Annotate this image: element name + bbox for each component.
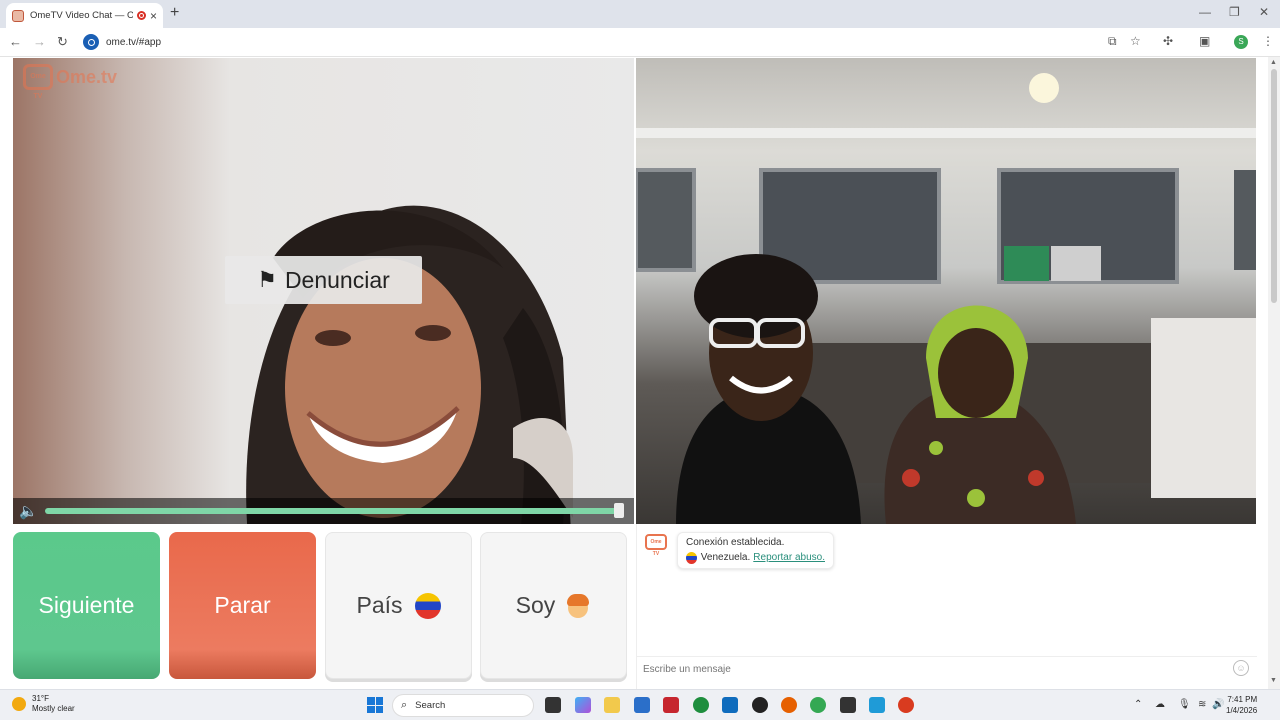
windows-taskbar: 31°F Mostly clear ⌕ Search ⌃ ☁ 🎙 ≋ 🔊 7:4… [0,689,1280,720]
scroll-down-icon[interactable]: ▼ [1270,677,1277,684]
address-bar[interactable]: ome.tv/#app [80,31,1150,53]
file-explorer-icon[interactable] [604,697,620,713]
minimize-button[interactable]: — [1199,5,1211,19]
scrollbar-thumb[interactable] [1271,69,1277,303]
clock-date: 1/4/2026 [1226,706,1258,715]
venezuela-flag-icon [414,592,441,619]
emoji-icon[interactable]: ☺ [1233,660,1249,676]
tray-volume-icon[interactable]: 🔊 [1212,699,1224,710]
system-message: Conexión establecida. Venezuela. Reporta… [677,532,834,569]
browser-tab-ometv[interactable]: OmeTV Video Chat — Ome × [6,3,163,28]
task-view-icon[interactable] [545,697,561,713]
ometv-logo-icon: Ome TV [23,64,53,100]
weather-description: Mostly clear [32,704,75,713]
weather-widget[interactable]: 31°F Mostly clear [12,694,75,714]
stranger-person-image [246,205,573,524]
back-arrow-icon[interactable]: ← [9,34,22,49]
ometv-logo: Ome TV Ome.tv [23,64,118,100]
url-text: ome.tv/#app [106,36,162,48]
menu-kebab-icon[interactable]: ⋮ [1262,34,1274,48]
self-video [636,58,1256,524]
copilot-icon[interactable] [575,697,591,713]
site-info-icon[interactable] [83,34,99,50]
tray-chevron-up-icon[interactable]: ⌃ [1134,699,1142,710]
browser-tabstrip: OmeTV Video Chat — Ome × + — ❐ ✕ [0,0,1280,28]
forward-arrow-icon[interactable]: → [33,34,46,49]
report-button-label: Denunciar [284,266,390,293]
chat-input-bar: ☺ [637,656,1257,680]
tray-wifi-icon[interactable]: ≋ [1198,699,1206,710]
chrome-icon[interactable] [810,697,826,713]
ometv-favicon-icon [12,9,24,22]
close-window-button[interactable]: ✕ [1259,5,1269,19]
stranger-country-text: Venezuela. [700,552,751,563]
outlook-icon[interactable] [722,697,738,713]
app-icon[interactable] [752,697,768,713]
ometv-chat-logo-icon: Ome TV [645,534,667,557]
venezuela-mini-flag-icon [686,552,697,564]
bookmark-star-icon[interactable]: ☆ [1130,34,1141,48]
next-button-label: Siguiente [38,592,135,618]
volume-bar: 🔈 [13,498,634,524]
taskbar-search[interactable]: ⌕ Search [392,694,534,717]
terminal-icon[interactable] [840,697,856,713]
search-icon: ⌕ [401,699,408,711]
self-camera-image [636,73,1256,524]
search-label: Search [415,700,446,711]
tab-title: OmeTV Video Chat — Ome [30,10,133,21]
app-game-icon[interactable] [898,697,914,713]
browser-toolbar: ← → ↻ ome.tv/#app ⧉ ☆ ✣ ▣ S ⋮ [0,28,1280,57]
firefox-icon[interactable] [781,697,797,713]
gender-button[interactable]: Soy [480,532,627,679]
app-sync-icon[interactable] [869,697,885,713]
taskbar-clock[interactable]: 7:41 PM 1/4/2026 [1226,694,1257,716]
tab-close-button[interactable]: × [150,9,157,23]
stranger-video: Ome TV Ome.tv ⚑ Denunciar 🔈 [13,58,634,524]
restore-button[interactable]: ❐ [1229,5,1240,19]
clock-time: 7:41 PM [1227,695,1258,704]
message-input[interactable] [643,660,1223,678]
stop-button[interactable]: Parar [169,532,316,679]
gender-button-label: Soy [515,592,556,618]
tray-mic-icon[interactable]: 🎙 [1178,699,1191,710]
weather-moon-icon [12,697,26,711]
next-button[interactable]: Siguiente [13,532,160,679]
report-button[interactable]: ⚑ Denunciar [225,256,422,304]
tray-cloud-icon[interactable]: ☁ [1155,699,1165,710]
stop-button-label: Parar [214,592,271,618]
windows-start-icon[interactable] [367,697,383,713]
install-app-icon[interactable]: ⧉ [1108,34,1117,49]
chat-panel: Ome TV Conexión establecida. Venezuela. … [636,524,1257,689]
xbox-icon[interactable] [693,697,709,713]
profile-avatar[interactable]: S [1234,35,1248,49]
ometv-page: Ome TV Ome.tv ⚑ Denunciar 🔈 Siguiente Pa… [0,57,1280,689]
speaker-icon[interactable]: 🔈 [19,502,38,520]
page-scrollbar[interactable]: ▲ ▼ [1268,57,1280,689]
ometv-logo-text: Ome.tv [56,66,118,87]
country-filter-button[interactable]: País [325,532,472,679]
extensions-icon[interactable]: ✣ [1163,34,1173,48]
weather-temperature: 31°F [32,694,49,703]
volume-slider-handle[interactable] [614,503,624,518]
store-icon[interactable] [634,697,650,713]
volume-slider[interactable] [45,508,622,514]
recording-indicator-icon [136,11,146,20]
side-panel-icon[interactable]: ▣ [1199,34,1210,48]
report-abuse-link[interactable]: Reportar abuso. [753,550,825,566]
boy-emoji-icon [565,593,591,619]
new-tab-button[interactable]: + [170,4,179,22]
country-button-label: País [356,592,403,618]
scroll-up-icon[interactable]: ▲ [1270,59,1277,66]
flag-icon: ⚑ [257,267,277,292]
mcafee-icon[interactable] [663,697,679,713]
reload-icon[interactable]: ↻ [57,34,68,50]
connection-status-text: Conexión establecida. [686,537,785,548]
